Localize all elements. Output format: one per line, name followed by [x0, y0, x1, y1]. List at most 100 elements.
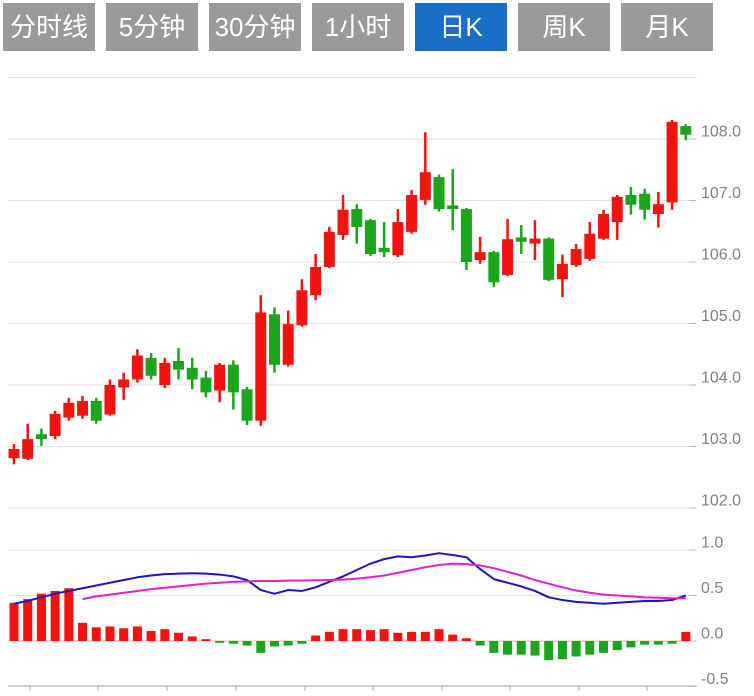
tab-30min[interactable]: 30分钟 — [209, 3, 301, 51]
candle-up — [296, 290, 307, 325]
tab-1hour[interactable]: 1小时 — [312, 3, 404, 51]
y-axis-label-price: 104.0 — [701, 370, 741, 387]
candle-down — [516, 237, 527, 241]
macd-bar-negative — [585, 641, 594, 655]
candle-up — [9, 449, 20, 458]
y-axis-label-macd: -0.5 — [701, 671, 729, 688]
macd-bar-positive — [10, 603, 19, 641]
candle-up — [324, 232, 335, 267]
macd-bar-positive — [188, 636, 197, 641]
candle-down — [543, 239, 554, 280]
macd-bar-positive — [407, 632, 416, 641]
macd-bar-negative — [668, 641, 677, 644]
macd-bar-negative — [544, 641, 553, 660]
candle-down — [447, 205, 458, 209]
candle-up — [557, 264, 568, 279]
macd-bar-positive — [339, 629, 348, 641]
tab-monthly-k[interactable]: 月K — [621, 3, 713, 51]
candle-down — [434, 177, 445, 209]
macd-bar-negative — [517, 641, 526, 655]
macd-bar-positive — [160, 629, 169, 641]
y-axis-label-price: 108.0 — [701, 124, 741, 141]
candle-down — [625, 195, 636, 205]
candle-up — [529, 239, 540, 244]
macd-bar-positive — [23, 599, 32, 641]
macd-bar-negative — [530, 641, 539, 656]
candle-down — [36, 434, 47, 439]
macd-bar-positive — [311, 636, 320, 641]
candle-down — [242, 389, 253, 420]
macd-bar-negative — [476, 641, 485, 646]
candle-down — [173, 361, 184, 370]
macd-bar-negative — [572, 641, 581, 656]
y-axis-label-price: 102.0 — [701, 493, 741, 510]
y-axis-label-macd: 0.0 — [701, 626, 723, 643]
tab-daily-k[interactable]: 日K — [415, 3, 507, 51]
candle-up — [159, 363, 170, 385]
candle-up — [584, 234, 595, 259]
candle-up — [598, 214, 609, 239]
candle-down — [146, 358, 157, 376]
y-axis-label-price: 106.0 — [701, 247, 741, 264]
macd-bar-positive — [462, 638, 471, 641]
candle-down — [639, 194, 650, 210]
y-axis-label-price: 105.0 — [701, 308, 741, 325]
macd-dea-line — [83, 564, 686, 599]
macd-bar-negative — [297, 641, 306, 644]
y-axis-label-macd: 1.0 — [701, 535, 723, 552]
macd-bar-positive — [435, 629, 444, 641]
macd-bar-positive — [201, 639, 210, 641]
tab-weekly-k[interactable]: 周K — [518, 3, 610, 51]
macd-bar-positive — [366, 630, 375, 641]
y-axis-label-price: 107.0 — [701, 185, 741, 202]
macd-bar-negative — [613, 641, 622, 650]
tab-5min[interactable]: 5分钟 — [106, 3, 198, 51]
candle-down — [187, 368, 198, 380]
candle-down — [269, 314, 280, 364]
candle-up — [283, 324, 294, 365]
candle-up — [63, 403, 74, 418]
macd-bar-negative — [640, 641, 649, 645]
interval-tabbar: 分时线 5分钟 30分钟 1小时 日K 周K 月K — [3, 3, 713, 51]
macd-bar-positive — [352, 629, 361, 641]
chart-area: 108.0 107.0 106.0 105.0 104.0 103.0 102.0 1.0 0.… — [0, 54, 754, 691]
candle-up — [255, 312, 266, 420]
macd-bar-positive — [174, 633, 183, 641]
macd-bar-negative — [558, 641, 567, 659]
candle-up — [214, 365, 225, 391]
candle-up — [132, 355, 143, 379]
macd-bar-negative — [215, 641, 224, 643]
tab-timeline[interactable]: 分时线 — [3, 3, 95, 51]
candle-down — [488, 252, 499, 282]
candle-down — [680, 126, 691, 135]
macd-bar-positive — [64, 588, 73, 641]
macd-bar-positive — [393, 633, 402, 641]
macd-bar-negative — [270, 641, 279, 646]
macd-bar-negative — [256, 641, 265, 653]
macd-bar-negative — [284, 641, 293, 646]
macd-bar-positive — [147, 631, 156, 641]
macd-bar-positive — [681, 632, 690, 641]
macd-bar-positive — [325, 632, 334, 641]
macd-bar-positive — [92, 627, 101, 641]
macd-bar-positive — [37, 594, 46, 641]
macd-bar-negative — [654, 641, 663, 645]
candle-up — [571, 249, 582, 265]
macd-bar-negative — [626, 641, 635, 647]
candle-down — [351, 209, 362, 227]
candle-down — [461, 209, 472, 262]
macd-bar-positive — [51, 591, 60, 641]
candle-up — [392, 222, 403, 255]
macd-bar-negative — [489, 641, 498, 653]
candle-up — [22, 439, 33, 459]
candle-up — [118, 379, 129, 387]
candle-up — [653, 204, 664, 214]
candle-up — [310, 267, 321, 295]
y-axis-label-price: 103.0 — [701, 431, 741, 448]
candle-down — [91, 401, 102, 421]
macd-bar-positive — [448, 635, 457, 641]
macd-bar-negative — [243, 641, 252, 646]
candle-down — [365, 220, 376, 254]
macd-bar-positive — [421, 632, 430, 641]
candle-up — [338, 210, 349, 235]
